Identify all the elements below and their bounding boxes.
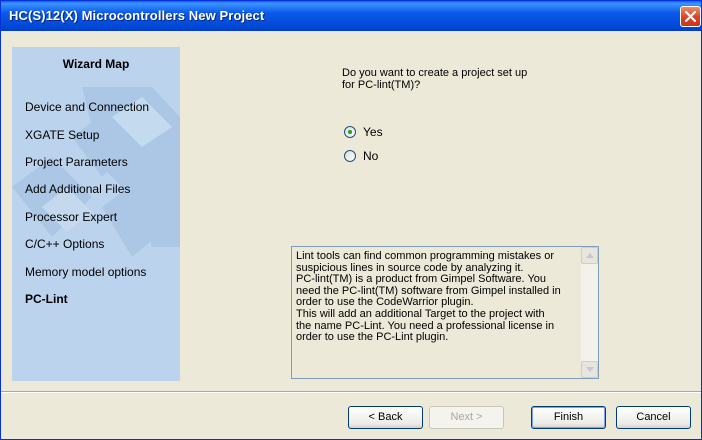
- sidebar-item-memory-model-options[interactable]: Memory model options: [25, 265, 146, 279]
- close-icon: [685, 11, 696, 22]
- radio-yes-label[interactable]: Yes: [363, 125, 383, 139]
- wizard-window: HC(S)12(X) Microcontrollers New Project …: [0, 0, 702, 440]
- pc-lint-question: Do you want to create a project set up f…: [342, 67, 527, 91]
- scroll-up-button[interactable]: [581, 247, 598, 264]
- wizard-map-panel: Wizard Map Device and Connection XGATE S…: [12, 47, 180, 381]
- sidebar-item-add-additional-files[interactable]: Add Additional Files: [25, 182, 130, 196]
- scroll-down-button[interactable]: [581, 361, 598, 378]
- pc-lint-description-box[interactable]: Lint tools can find common programming m…: [291, 246, 599, 379]
- title-bar[interactable]: HC(S)12(X) Microcontrollers New Project: [1, 1, 701, 31]
- window-title: HC(S)12(X) Microcontrollers New Project: [9, 8, 265, 23]
- radio-yes[interactable]: Yes: [344, 125, 383, 139]
- sidebar-item-project-parameters[interactable]: Project Parameters: [25, 155, 128, 169]
- pc-lint-description-text: Lint tools can find common programming m…: [296, 250, 578, 344]
- close-button[interactable]: [680, 6, 701, 27]
- description-line: order to use the PC-Lint plugin.: [296, 331, 449, 344]
- footer-divider: [1, 391, 701, 393]
- finish-button[interactable]: Finish: [531, 406, 606, 429]
- description-line: Lint tools can find common programming m…: [296, 250, 554, 262]
- radio-button-checked-icon[interactable]: [344, 126, 356, 138]
- wizard-map-title: Wizard Map: [62, 57, 130, 71]
- description-scrollbar[interactable]: [581, 247, 598, 378]
- radio-no-label[interactable]: No: [363, 149, 378, 163]
- radio-button-unchecked-icon[interactable]: [344, 150, 356, 162]
- cancel-button[interactable]: Cancel: [616, 406, 691, 429]
- sidebar-item-pc-lint[interactable]: PC-Lint: [25, 292, 68, 306]
- question-line-1: Do you want to create a project set up: [342, 67, 528, 79]
- back-button[interactable]: < Back: [348, 406, 423, 429]
- question-line-2: for PC-lint(TM)?: [342, 79, 421, 91]
- scroll-down-arrow-icon: [586, 367, 594, 372]
- radio-no[interactable]: No: [344, 149, 378, 163]
- sidebar-item-xgate-setup[interactable]: XGATE Setup: [25, 128, 99, 142]
- scroll-up-arrow-icon: [586, 253, 594, 258]
- sidebar-item-processor-expert[interactable]: Processor Expert: [25, 210, 117, 224]
- sidebar-item-c-cpp-options[interactable]: C/C++ Options: [25, 237, 104, 251]
- next-button[interactable]: Next >: [429, 406, 504, 429]
- description-line: This will add an additional Target to th…: [296, 307, 545, 320]
- sidebar-item-device-and-connection[interactable]: Device and Connection: [25, 100, 149, 114]
